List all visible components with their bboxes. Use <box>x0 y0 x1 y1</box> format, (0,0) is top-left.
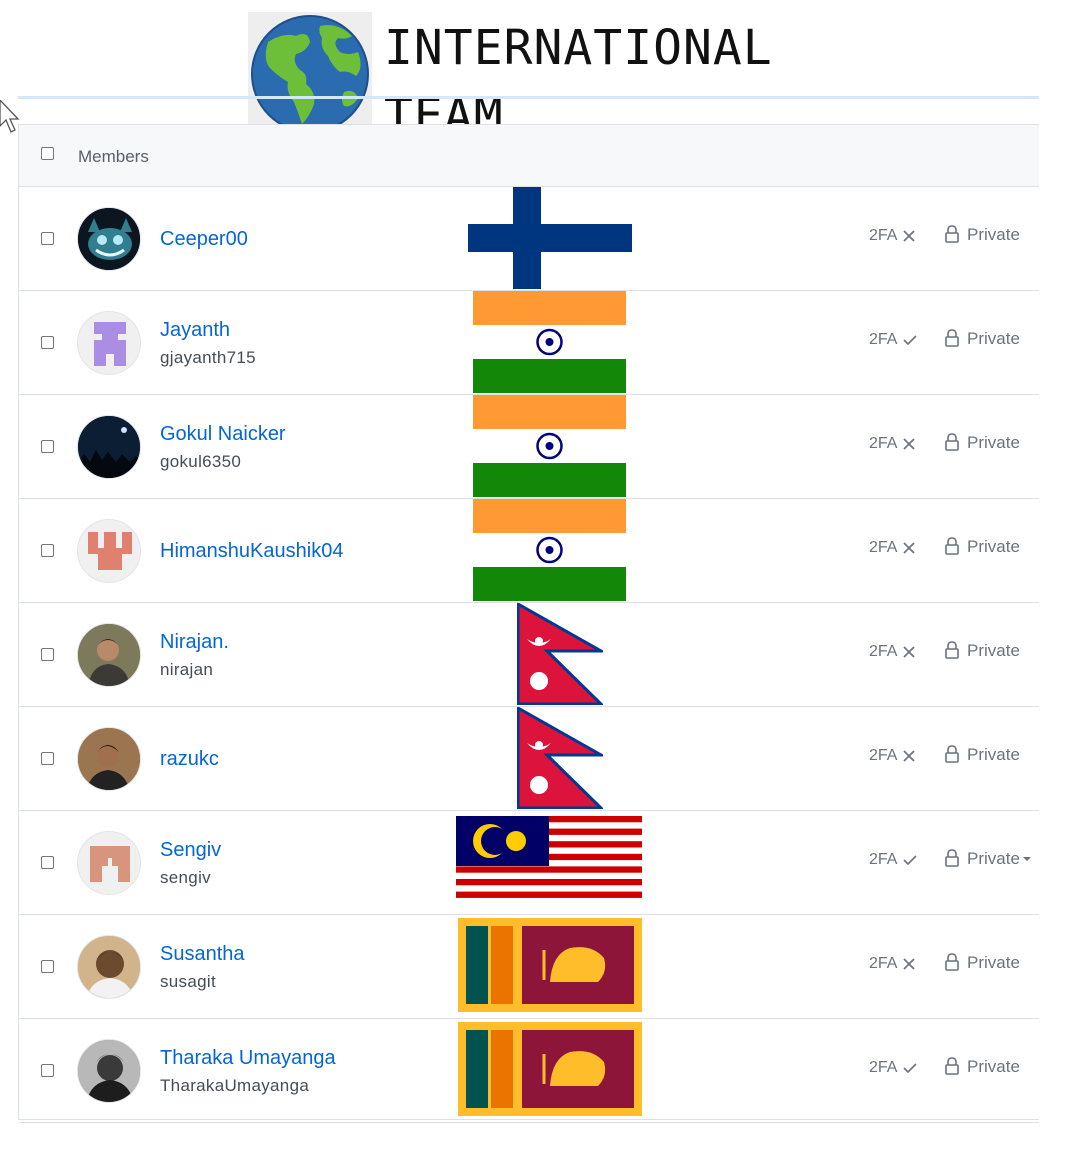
visibility-dropdown[interactable]: Private <box>945 953 1020 973</box>
india-flag-icon <box>473 499 626 601</box>
chevron-down-icon <box>1022 857 1031 861</box>
row-checkbox[interactable] <box>41 232 54 245</box>
members-header-label: Members <box>78 147 149 166</box>
table-row: HimanshuKaushik04 2FA Private <box>19 499 1039 603</box>
visibility-dropdown[interactable]: Private <box>945 641 1020 661</box>
member-name[interactable]: Jayanth <box>160 319 230 342</box>
x-icon <box>903 230 916 242</box>
avatar[interactable] <box>77 1039 141 1103</box>
malaysia-flag-icon <box>456 816 642 904</box>
check-icon <box>903 335 918 346</box>
member-name[interactable]: Ceeper00 <box>160 228 248 251</box>
row-checkbox[interactable] <box>41 440 54 453</box>
sri-lanka-flag-icon <box>458 1022 642 1116</box>
table-row: Sengiv sengiv 2FA Private <box>19 811 1039 915</box>
lock-icon <box>945 329 959 347</box>
avatar[interactable] <box>77 623 141 687</box>
avatar[interactable] <box>77 311 141 375</box>
lock-icon <box>945 849 959 867</box>
table-row: Tharaka Umayanga TharakaUmayanga 2FA Pri… <box>19 1019 1039 1123</box>
visibility-dropdown[interactable]: Private <box>945 537 1020 557</box>
visibility-dropdown[interactable]: Private <box>945 225 1020 245</box>
two-factor-status: 2FA <box>869 331 918 349</box>
x-icon <box>903 438 916 450</box>
row-checkbox[interactable] <box>41 752 54 765</box>
visibility-dropdown[interactable]: Private <box>945 745 1020 765</box>
member-login: TharakaUmayanga <box>160 1076 310 1095</box>
member-name[interactable]: razukc <box>160 748 219 771</box>
visibility-dropdown[interactable]: Private <box>945 329 1020 349</box>
two-factor-status: 2FA <box>869 851 918 869</box>
row-checkbox[interactable] <box>41 336 54 349</box>
table-row: Jayanth gjayanth715 2FA Private <box>19 291 1039 395</box>
two-factor-status: 2FA <box>869 955 916 973</box>
divider <box>18 96 1039 99</box>
x-icon <box>903 646 916 658</box>
check-icon <box>903 855 918 866</box>
two-factor-status: 2FA <box>869 435 916 453</box>
lock-icon <box>945 225 959 243</box>
table-row: Susantha susagit 2FA Private <box>19 915 1039 1019</box>
lock-icon <box>945 1057 959 1075</box>
member-name[interactable]: Tharaka Umayanga <box>160 1047 336 1070</box>
row-checkbox[interactable] <box>41 648 54 661</box>
member-name[interactable]: HimanshuKaushik04 <box>160 540 343 563</box>
lock-icon <box>945 641 959 659</box>
table-row: Nirajan. nirajan 2FA Private <box>19 603 1039 707</box>
avatar[interactable] <box>77 519 141 583</box>
visibility-dropdown[interactable]: Private <box>945 849 1031 869</box>
lock-icon <box>945 433 959 451</box>
x-icon <box>903 958 916 970</box>
avatar[interactable] <box>77 727 141 791</box>
table-row: Gokul Naicker gokul6350 2FA Private <box>19 395 1039 499</box>
member-login: sengiv <box>160 868 211 887</box>
row-checkbox[interactable] <box>41 960 54 973</box>
lock-icon <box>945 953 959 971</box>
avatar[interactable] <box>77 207 141 271</box>
table-header: Members <box>19 125 1039 187</box>
member-name[interactable]: Susantha <box>160 943 245 966</box>
finland-flag-icon <box>468 187 632 289</box>
nepal-flag-icon <box>517 707 603 809</box>
member-name[interactable]: Gokul Naicker <box>160 423 286 446</box>
mouse-pointer-icon <box>0 100 20 133</box>
select-all-checkbox[interactable] <box>41 147 54 160</box>
visibility-dropdown[interactable]: Private <box>945 433 1020 453</box>
table-row: Ceeper00 2FA Private <box>19 187 1039 291</box>
x-icon <box>903 542 916 554</box>
globe-icon <box>248 12 372 136</box>
two-factor-status: 2FA <box>869 1059 918 1077</box>
lock-icon <box>945 745 959 763</box>
two-factor-status: 2FA <box>869 227 916 245</box>
avatar[interactable] <box>77 415 141 479</box>
row-checkbox[interactable] <box>41 856 54 869</box>
check-icon <box>903 1063 918 1074</box>
two-factor-status: 2FA <box>869 643 916 661</box>
member-login: gokul6350 <box>160 452 242 471</box>
row-checkbox[interactable] <box>41 1064 54 1077</box>
two-factor-status: 2FA <box>869 539 916 557</box>
visibility-dropdown[interactable]: Private <box>945 1057 1020 1077</box>
avatar[interactable] <box>77 935 141 999</box>
member-name[interactable]: Nirajan. <box>160 631 229 654</box>
avatar[interactable] <box>77 831 141 895</box>
table-row: razukc 2FA Private <box>19 707 1039 811</box>
row-checkbox[interactable] <box>41 544 54 557</box>
sri-lanka-flag-icon <box>458 918 642 1012</box>
x-icon <box>903 750 916 762</box>
two-factor-status: 2FA <box>869 747 916 765</box>
member-login: gjayanth715 <box>160 348 256 367</box>
nepal-flag-icon <box>517 603 603 705</box>
member-login: susagit <box>160 972 216 991</box>
member-login: nirajan <box>160 660 214 679</box>
team-header: INTERNATIONAL TEAM <box>248 12 868 144</box>
member-name[interactable]: Sengiv <box>160 839 221 862</box>
india-flag-icon <box>473 395 626 497</box>
lock-icon <box>945 537 959 555</box>
members-table: Members Ceeper00 2FA Private Jayanth gja… <box>18 124 1039 1123</box>
india-flag-icon <box>473 291 626 393</box>
